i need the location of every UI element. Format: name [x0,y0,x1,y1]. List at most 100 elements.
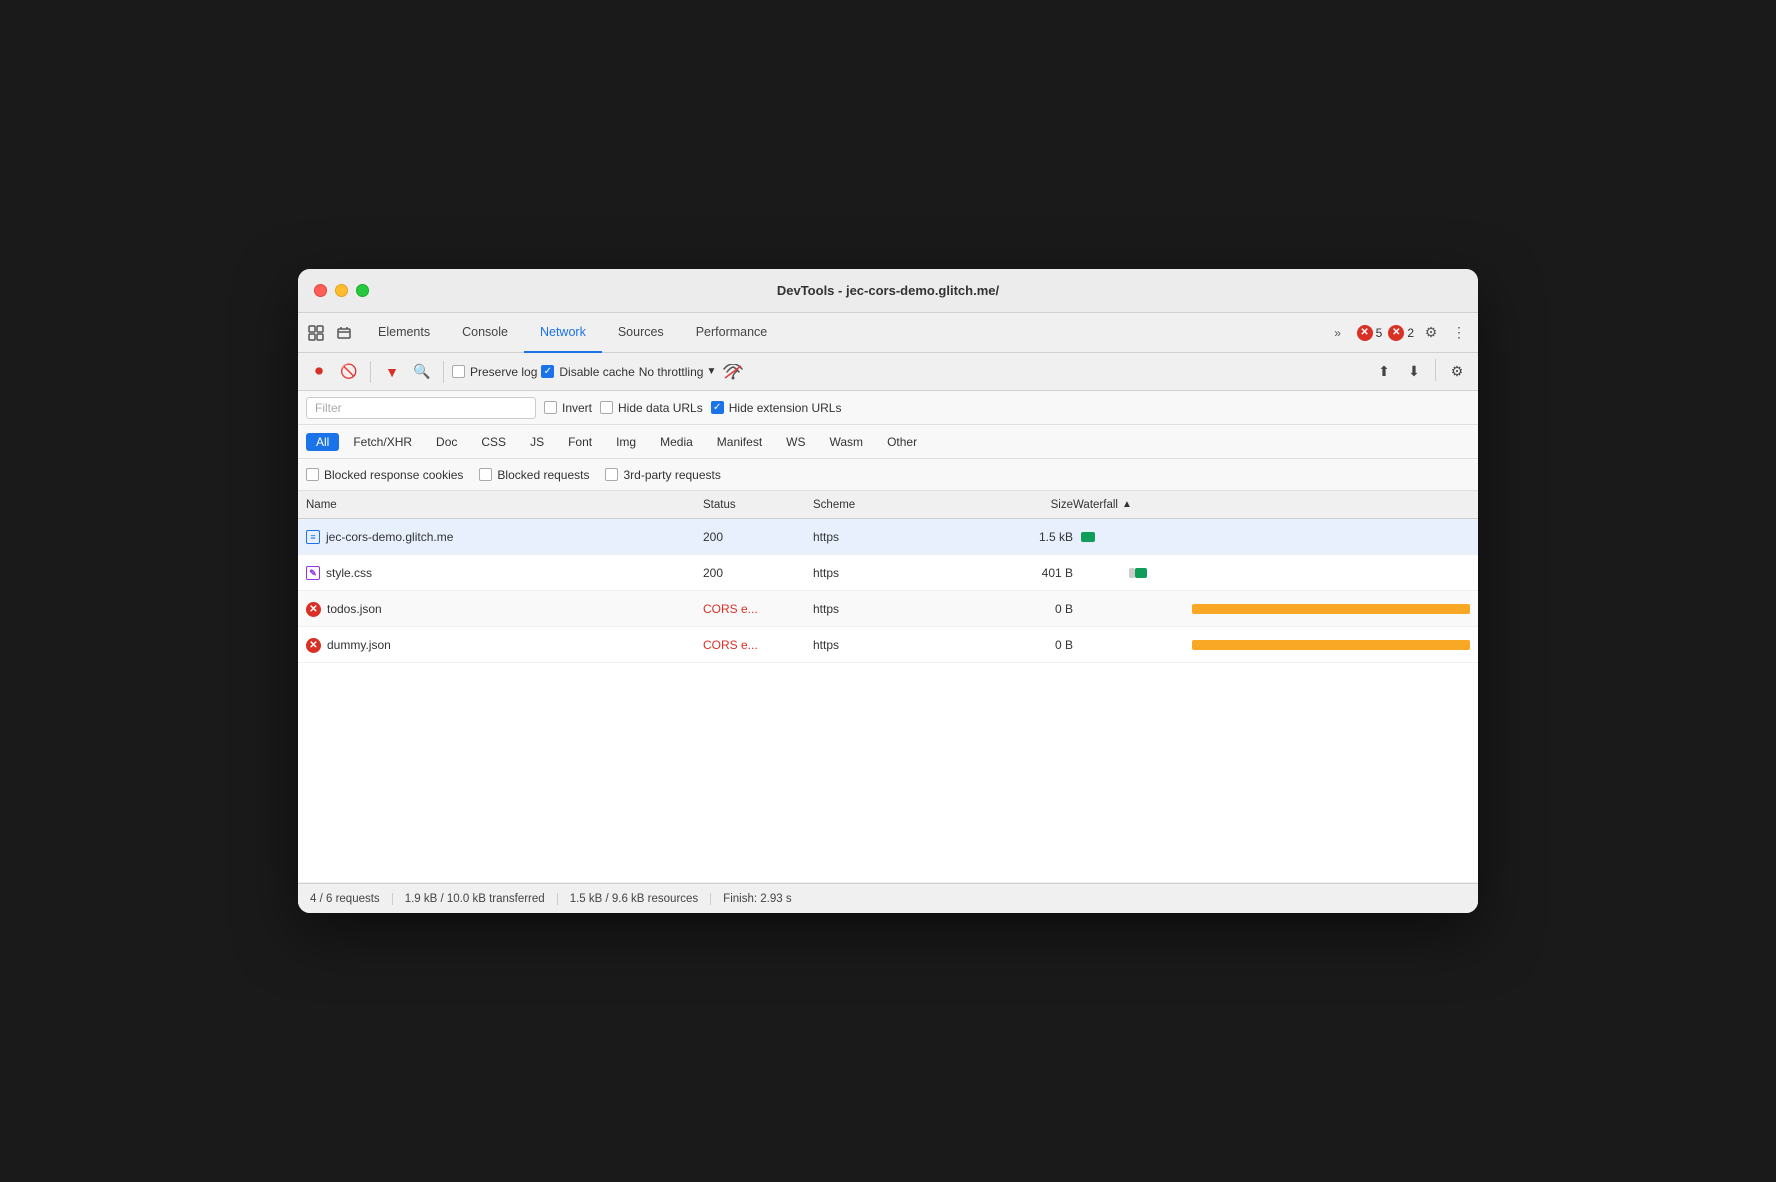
waterfall-bar-green [1135,568,1147,578]
tab-console[interactable]: Console [446,313,524,353]
filter-ws[interactable]: WS [776,433,815,451]
record-button[interactable]: ⏺ [306,359,332,385]
filter-media[interactable]: Media [650,433,703,451]
tab-bar-icons [306,323,354,343]
scheme-cell: https [813,602,973,616]
blocked-response-cookies-checkbox[interactable]: Blocked response cookies [306,468,463,482]
settings-network-icon[interactable]: ⚙ [1444,359,1470,385]
error-icon: ✕ [306,638,321,653]
invert-cb [544,401,557,414]
warning-icon: ✕ [1388,325,1404,341]
warning-badge: ✕ 2 [1388,325,1414,341]
invert-checkbox[interactable]: Invert [544,401,592,415]
error-badge: ✕ 5 [1357,325,1383,341]
name-cell: ✎ style.css [306,566,703,580]
transferred-status: 1.9 kB / 10.0 kB transferred [393,893,558,905]
devtools-body: Elements Console Network Sources Perform… [298,313,1478,913]
download-icon[interactable]: ⬇ [1401,359,1427,385]
clear-button[interactable]: 🚫 [336,359,362,385]
tab-sources[interactable]: Sources [602,313,680,353]
scheme-cell: https [813,530,973,544]
column-waterfall[interactable]: Waterfall ▲ [1073,499,1470,511]
third-party-requests-checkbox[interactable]: 3rd-party requests [605,468,720,482]
filter-all[interactable]: All [306,433,339,451]
preserve-log-checkbox[interactable]: Preserve log [452,365,537,379]
filter-doc[interactable]: Doc [426,433,467,451]
size-cell: 401 B [973,566,1073,580]
third-party-requests-cb [605,468,618,481]
hide-extension-urls-cb: ✓ [711,401,724,414]
filter-manifest[interactable]: Manifest [707,433,772,451]
blocked-response-cookies-cb [306,468,319,481]
hide-extension-urls-checkbox[interactable]: ✓ Hide extension URLs [711,401,842,415]
blocked-requests-cb [479,468,492,481]
resources-status: 1.5 kB / 9.6 kB resources [558,893,711,905]
disable-cache-checkbox[interactable]: ✓ Disable cache [541,365,634,379]
blocked-row: Blocked response cookies Blocked request… [298,459,1478,491]
doc-icon: ≡ [306,530,320,544]
wifi-icon[interactable] [720,359,746,385]
more-menu-icon[interactable]: ⋮ [1448,322,1470,344]
column-status[interactable]: Status [703,499,813,511]
tab-bar: Elements Console Network Sources Perform… [298,313,1478,353]
column-scheme[interactable]: Scheme [813,499,973,511]
settings-icon[interactable]: ⚙ [1420,322,1442,344]
blocked-requests-checkbox[interactable]: Blocked requests [479,468,589,482]
cursor-arrow: ↙ [524,536,557,544]
filter-css[interactable]: CSS [471,433,516,451]
filter-img[interactable]: Img [606,433,646,451]
size-cell: 0 B [973,638,1073,652]
filter-other[interactable]: Other [877,433,927,451]
column-size[interactable]: Size [973,499,1073,511]
error-icon: ✕ [306,602,321,617]
table-row[interactable]: ✕ dummy.json CORS e... https 0 B [298,627,1478,663]
error-count: 5 [1376,326,1383,340]
tab-network[interactable]: Network [524,313,602,353]
throttle-select[interactable]: No throttling ▼ [639,365,717,379]
title-bar: DevTools - jec-cors-demo.glitch.me/ [298,269,1478,313]
tab-elements[interactable]: Elements [362,313,446,353]
scheme-cell: https [813,638,973,652]
filter-icon[interactable]: ▼ [379,359,405,385]
filter-wasm[interactable]: Wasm [820,433,874,451]
disable-cache-cb: ✓ [541,365,554,378]
inspect-icon[interactable] [334,323,354,343]
filter-input[interactable] [306,397,536,419]
status-cell: 200 [703,530,813,544]
close-button[interactable] [314,284,327,297]
waterfall-cell [1073,555,1470,591]
filter-row: Invert Hide data URLs ✓ Hide extension U… [298,391,1478,425]
toolbar-separator-1 [370,361,371,383]
more-tabs-button[interactable]: » [1325,320,1351,346]
tab-bar-right: » ✕ 5 ✕ 2 ⚙ ⋮ [1325,320,1470,346]
filter-fetch-xhr[interactable]: Fetch/XHR [343,433,422,451]
table-row[interactable]: ✎ style.css 200 https 401 B [298,555,1478,591]
error-icon: ✕ [1357,325,1373,341]
table-row[interactable]: ✕ todos.json CORS e... https 0 B [298,591,1478,627]
maximize-button[interactable] [356,284,369,297]
filter-font[interactable]: Font [558,433,602,451]
hide-data-urls-checkbox[interactable]: Hide data URLs [600,401,703,415]
minimize-button[interactable] [335,284,348,297]
column-name[interactable]: Name [306,499,703,511]
table-row[interactable]: ≡ jec-cors-demo.glitch.me ↙ 200 OK 200 h… [298,519,1478,555]
toolbar-separator-2 [443,361,444,383]
type-filter-row: All Fetch/XHR Doc CSS JS Font Img Media … [298,425,1478,459]
size-cell: 0 B [973,602,1073,616]
tab-performance[interactable]: Performance [680,313,784,353]
name-cell: ≡ jec-cors-demo.glitch.me ↙ 200 OK [306,530,703,544]
throttle-arrow-icon: ▼ [706,366,716,377]
waterfall-cell [1073,627,1470,663]
css-icon: ✎ [306,566,320,580]
status-cell: CORS e... [703,638,813,652]
search-icon[interactable]: 🔍 [409,359,435,385]
preserve-log-cb [452,365,465,378]
waterfall-bar-yellow [1192,640,1470,650]
warning-count: 2 [1407,326,1414,340]
upload-icon[interactable]: ⬆ [1371,359,1397,385]
cursor-icon[interactable] [306,323,326,343]
toolbar-separator-3 [1435,359,1436,381]
filter-js[interactable]: JS [520,433,554,451]
waterfall-cell [1073,519,1470,555]
requests-status: 4 / 6 requests [310,893,393,905]
